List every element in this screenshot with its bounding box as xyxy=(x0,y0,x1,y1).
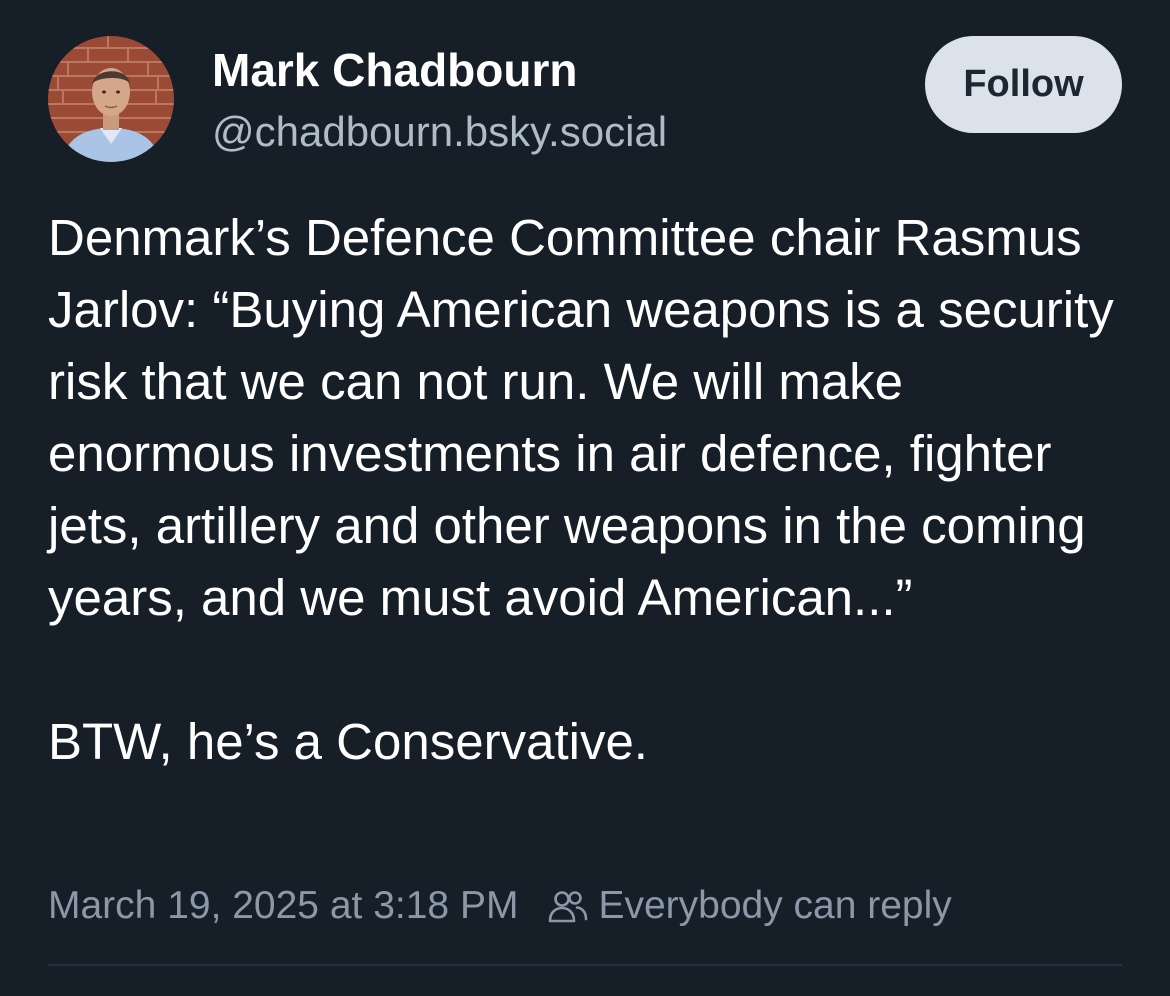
post-paragraph: Denmark’s Defence Committee chair Rasmus… xyxy=(48,209,1114,626)
avatar-photo xyxy=(48,36,174,162)
post-card: Mark Chadbourn @chadbourn.bsky.social Fo… xyxy=(0,0,1170,996)
author-handle[interactable]: @chadbourn.bsky.social xyxy=(212,106,667,158)
post-paragraph: BTW, he’s a Conservative. xyxy=(48,713,648,770)
post-text: Denmark’s Defence Committee chair Rasmus… xyxy=(48,202,1138,778)
post-timestamp[interactable]: March 19, 2025 at 3:18 PM xyxy=(48,884,518,928)
reply-setting-label[interactable]: Everybody can reply xyxy=(598,884,951,928)
follow-button[interactable]: Follow xyxy=(925,36,1122,133)
people-icon xyxy=(548,888,588,924)
author-name[interactable]: Mark Chadbourn xyxy=(212,42,577,98)
post-meta: March 19, 2025 at 3:18 PM Everybody can … xyxy=(48,880,952,932)
avatar[interactable] xyxy=(48,36,174,162)
divider xyxy=(48,964,1122,966)
